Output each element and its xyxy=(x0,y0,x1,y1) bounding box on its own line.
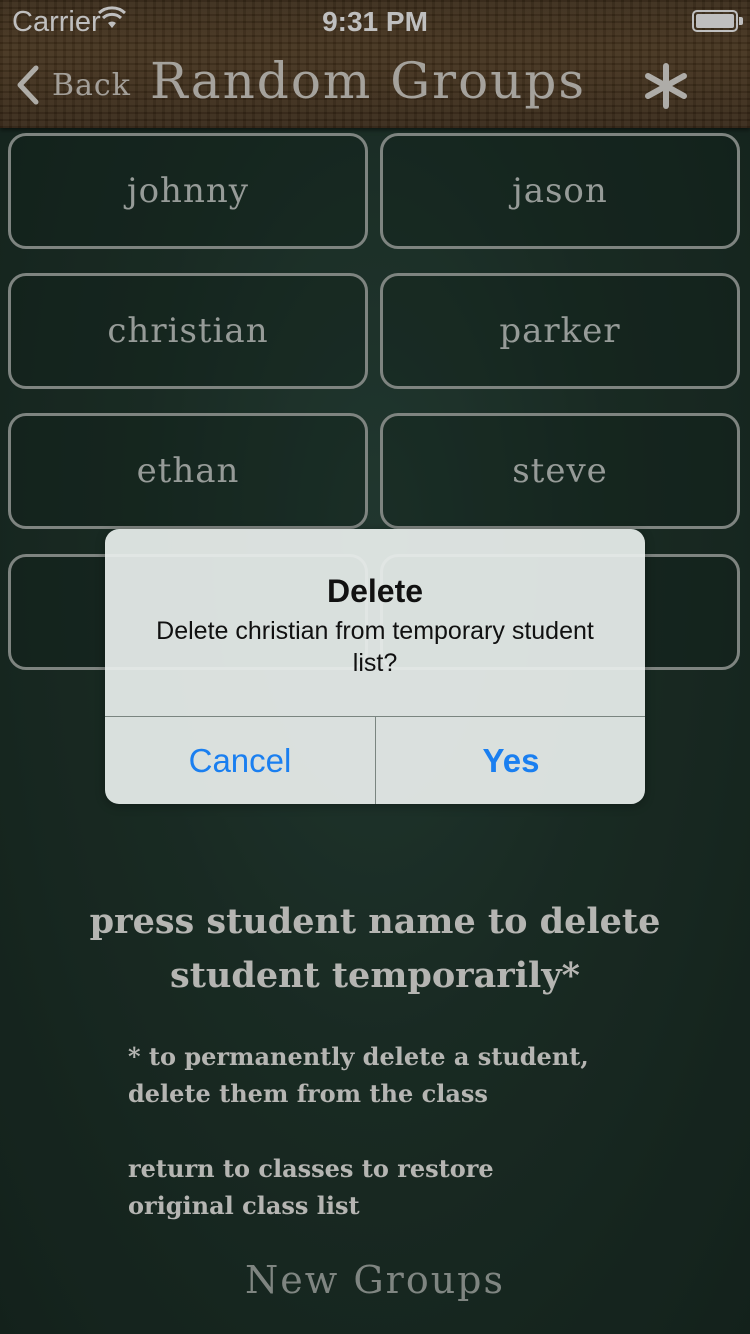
cancel-button[interactable]: Cancel xyxy=(105,717,375,804)
delete-alert: Delete Delete christian from temporary s… xyxy=(105,529,645,804)
alert-title: Delete xyxy=(326,573,424,609)
alert-message: Delete christian from temporary student … xyxy=(156,617,594,677)
yes-button[interactable]: Yes xyxy=(376,717,645,804)
